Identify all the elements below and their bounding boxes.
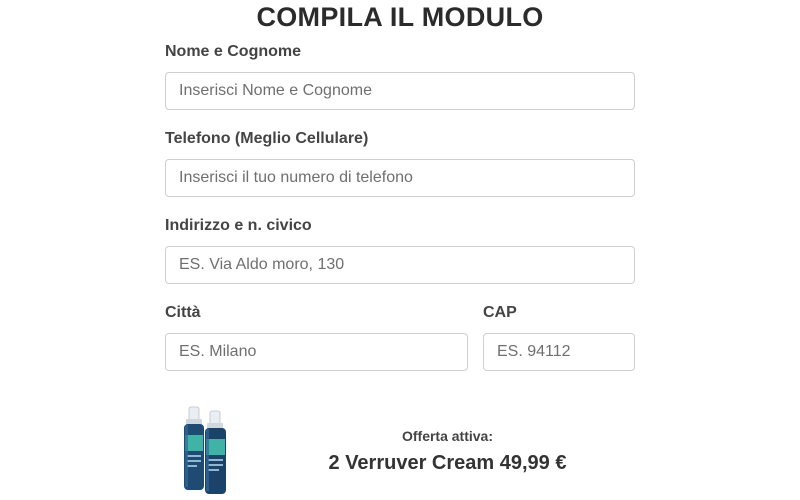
bottle-right	[205, 410, 226, 494]
offer-price: 2 Verruver Cream 49,99 €	[328, 452, 567, 474]
address-label: Indirizzo e n. civico	[165, 217, 312, 234]
phone-label: Telefono (Meglio Cellulare)	[165, 130, 369, 147]
city-input[interactable]	[165, 333, 468, 371]
phone-input[interactable]	[165, 159, 635, 197]
zip-label: CAP	[483, 304, 517, 321]
bottle-left	[184, 406, 204, 490]
form-title: COMPILA IL MODULO	[256, 2, 544, 32]
name-label: Nome e Cognome	[165, 43, 302, 60]
offer-label: Offerta attiva:	[401, 428, 494, 444]
zip-input[interactable]	[483, 333, 635, 371]
address-input[interactable]	[165, 246, 635, 284]
name-input[interactable]	[165, 72, 635, 110]
city-label: Città	[165, 304, 201, 321]
product-image	[184, 406, 226, 494]
